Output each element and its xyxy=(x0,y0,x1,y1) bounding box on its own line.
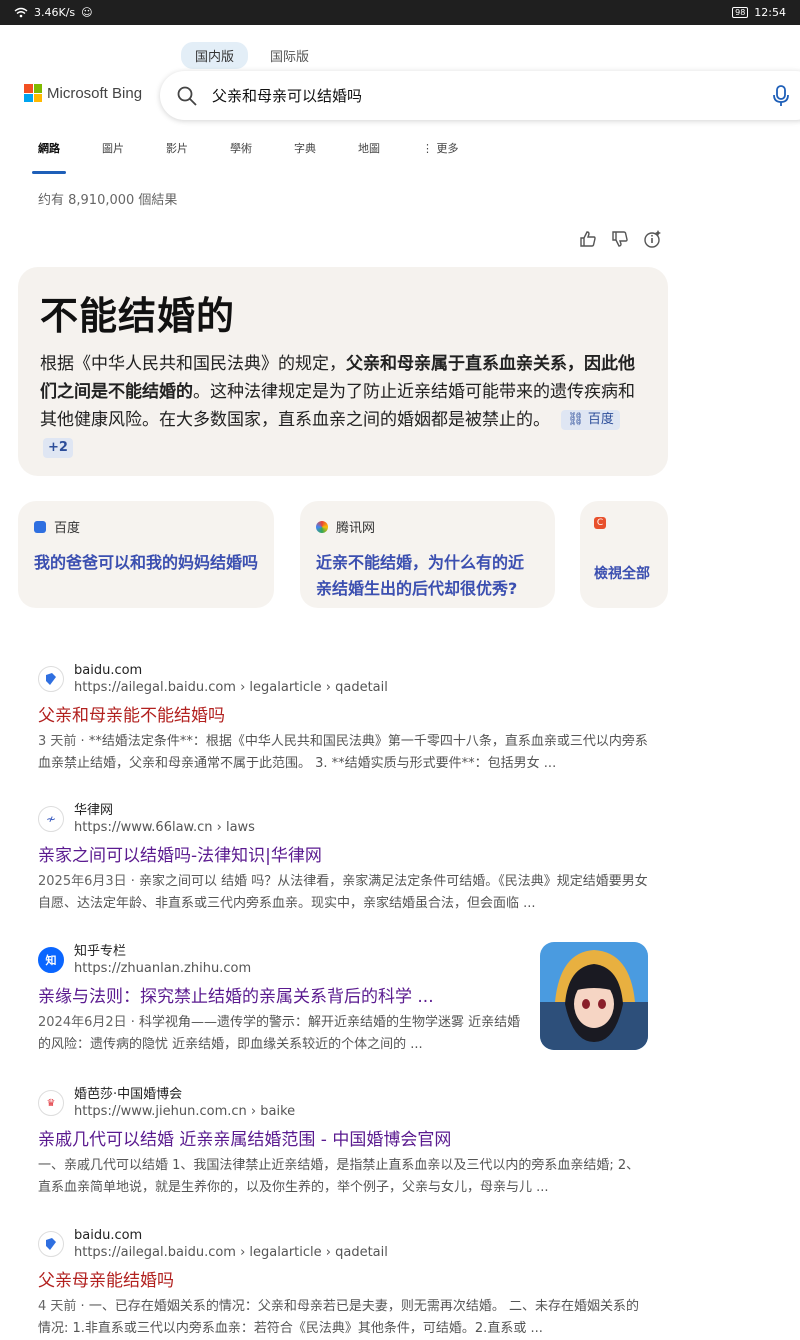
feedback-bar xyxy=(578,229,662,249)
battery-icon: 98 xyxy=(732,7,749,18)
result-title[interactable]: 亲戚几代可以结婚 近亲亲属结婚范围 - 中国婚博会官网 xyxy=(38,1128,648,1152)
result-title[interactable]: 父亲母亲能结婚吗 xyxy=(38,1269,648,1293)
wifi-icon xyxy=(14,7,28,18)
result-snippet: 4 天前 · 一、已存在婚姻关系的情况：父亲和母亲若已是夫妻，则无需再次结婚。 … xyxy=(38,1299,639,1336)
tab-maps[interactable]: 地圖 xyxy=(348,138,390,174)
result-thumbnail[interactable] xyxy=(540,942,648,1050)
thumbs-up-icon[interactable] xyxy=(578,229,598,249)
result-site: baidu.com xyxy=(74,1228,143,1243)
more-dots-icon: ⋮ xyxy=(422,142,437,155)
result-snippet: 一、亲戚几代可以结婚 1、我国法律禁止近亲结婚，是指禁止直系血亲以及三代以内的旁… xyxy=(38,1158,640,1195)
citation-label: 百度 xyxy=(587,412,614,427)
result-date: 2024年6月2日 xyxy=(38,1015,127,1030)
source-title[interactable]: 我的爸爸可以和我的妈妈结婚吗 xyxy=(34,550,258,576)
search-result: ≁ 华律网 https://www.66law.cn › laws 亲家之间可以结… xyxy=(38,802,648,915)
result-url[interactable]: https://zhuanlan.zhihu.com xyxy=(74,960,251,977)
microsoft-logo-icon xyxy=(24,84,42,102)
jiehun-favicon-icon: ♛ xyxy=(38,1090,64,1116)
search-box[interactable]: 父亲和母亲可以结婚吗 xyxy=(160,71,800,120)
baidu-icon xyxy=(34,520,46,533)
citation-more[interactable]: +2 xyxy=(43,438,73,458)
thumbs-down-icon[interactable] xyxy=(610,229,630,249)
search-input[interactable]: 父亲和母亲可以结婚吗 xyxy=(212,85,362,106)
result-url[interactable]: https://www.66law.cn › laws xyxy=(74,819,255,836)
tab-more[interactable]: ⋮ 更多 xyxy=(412,138,469,174)
search-result: 知 知乎专栏 https://zhuanlan.zhihu.com 亲缘与法则：探… xyxy=(38,943,528,1056)
tab-academic[interactable]: 學術 xyxy=(220,138,262,174)
result-count: 约有 8,910,000 個結果 xyxy=(38,193,178,208)
logo-text: Microsoft Bing xyxy=(47,84,143,102)
result-url[interactable]: https://ailegal.baidu.com › legalarticle… xyxy=(74,679,388,696)
result-title[interactable]: 亲家之间可以结婚吗-法律知识|华律网 xyxy=(38,844,648,868)
result-snippet-text: **结婚法定条件**：根据《中华人民共和国民法典》第一千零四十八条，直系血亲或三… xyxy=(38,734,648,771)
result-title[interactable]: 父亲和母亲能不能结婚吗 xyxy=(38,704,648,728)
result-date: 3 天前 xyxy=(38,734,77,749)
tab-videos[interactable]: 影片 xyxy=(156,138,198,174)
link-icon: ⛓ xyxy=(567,412,584,427)
result-site: 知乎专栏 xyxy=(74,944,127,959)
c-logo-icon: C xyxy=(594,517,606,529)
clock: 12:54 xyxy=(754,6,786,19)
search-tabs: 網路 圖片 影片 學術 字典 地圖 ⋮ 更多 xyxy=(28,138,491,174)
tab-images[interactable]: 圖片 xyxy=(92,138,134,174)
tab-dictionary[interactable]: 字典 xyxy=(284,138,326,174)
source-site: 腾讯网 xyxy=(336,521,376,536)
status-bar: 3.46K/s ☺ 98 12:54 xyxy=(0,0,800,25)
result-snippet-text: 亲家之间可以 结婚 吗？从法律看，亲家满足法定条件可结婚。《民法典》规定结婚要男… xyxy=(38,874,648,911)
baidu-favicon-icon xyxy=(38,1231,64,1257)
search-result: baidu.com https://ailegal.baidu.com › leg… xyxy=(38,1227,648,1340)
network-speed: 3.46K/s xyxy=(34,6,76,19)
result-site: baidu.com xyxy=(74,663,143,678)
result-date: 4 天前 xyxy=(38,1299,77,1314)
baidu-favicon-icon xyxy=(38,666,64,692)
result-snippet: 2024年6月2日 · 科学视角——遗传学的警示：解开近亲结婚的生物学迷雾 近亲… xyxy=(38,1015,521,1052)
66law-favicon-icon: ≁ xyxy=(38,806,64,832)
bing-logo[interactable]: Microsoft Bing xyxy=(24,84,142,102)
answer-heading: 不能结婚的 xyxy=(40,294,236,338)
zhihu-favicon-icon: 知 xyxy=(38,947,64,973)
version-toggle: 国内版 国际版 xyxy=(181,42,323,69)
result-snippet: 2025年6月3日 · 亲家之间可以 结婚 吗？从法律看，亲家满足法定条件可结婚… xyxy=(38,874,648,911)
source-site: 百度 xyxy=(54,521,81,536)
result-site: 华律网 xyxy=(74,803,114,818)
domestic-version-tab[interactable]: 国内版 xyxy=(181,42,249,69)
search-result: ♛ 婚芭莎·中国婚博会 https://www.jiehun.com.cn › b… xyxy=(38,1086,648,1199)
answer-card: 不能结婚的 根据《中华人民共和国民法典》的规定，父亲和母亲属于直系血亲关系，因此… xyxy=(18,267,668,476)
citation-badge[interactable]: ⛓ 百度 xyxy=(561,410,620,430)
notification-icon: ☺ xyxy=(81,6,93,19)
source-card-baidu[interactable]: 百度 我的爸爸可以和我的妈妈结婚吗 xyxy=(18,501,274,608)
result-site: 婚芭莎·中国婚博会 xyxy=(74,1087,183,1102)
source-title[interactable]: 近亲不能结婚，为什么有的近亲结婚生出的后代却很优秀? xyxy=(316,550,539,602)
result-url[interactable]: https://www.jiehun.com.cn › baike xyxy=(74,1103,295,1120)
search-result: baidu.com https://ailegal.baidu.com › leg… xyxy=(38,662,648,775)
answer-body: 根据《中华人民共和国民法典》的规定，父亲和母亲属于直系血亲关系，因此他们之间是不… xyxy=(40,350,646,462)
source-card-tencent[interactable]: 腾讯网 近亲不能结婚，为什么有的近亲结婚生出的后代却很优秀? xyxy=(300,501,555,608)
international-version-tab[interactable]: 国际版 xyxy=(256,42,323,69)
result-date: 2025年6月3日 xyxy=(38,874,127,889)
view-all-link[interactable]: 檢視全部 xyxy=(594,561,654,587)
tab-more-label: 更多 xyxy=(436,142,459,155)
search-icon[interactable] xyxy=(176,85,198,107)
microphone-icon[interactable] xyxy=(772,84,790,108)
view-all-card[interactable]: C 檢視全部 xyxy=(580,501,668,608)
answer-text-1: 根据《中华人民共和国民法典》的规定， xyxy=(40,354,346,374)
tencent-icon xyxy=(316,520,328,533)
result-snippet-text: 一、已存在婚姻关系的情况：父亲和母亲若已是夫妻，则无需再次结婚。 二、未存在婚姻… xyxy=(38,1299,639,1336)
info-sparkle-icon[interactable] xyxy=(642,229,662,249)
result-title[interactable]: 亲缘与法则：探究禁止结婚的亲属关系背后的科学 ... xyxy=(38,985,528,1009)
result-snippet: 3 天前 · **结婚法定条件**：根据《中华人民共和国民法典》第一千零四十八条… xyxy=(38,734,648,771)
result-url[interactable]: https://ailegal.baidu.com › legalarticle… xyxy=(74,1244,388,1261)
tab-web[interactable]: 網路 xyxy=(28,138,70,174)
